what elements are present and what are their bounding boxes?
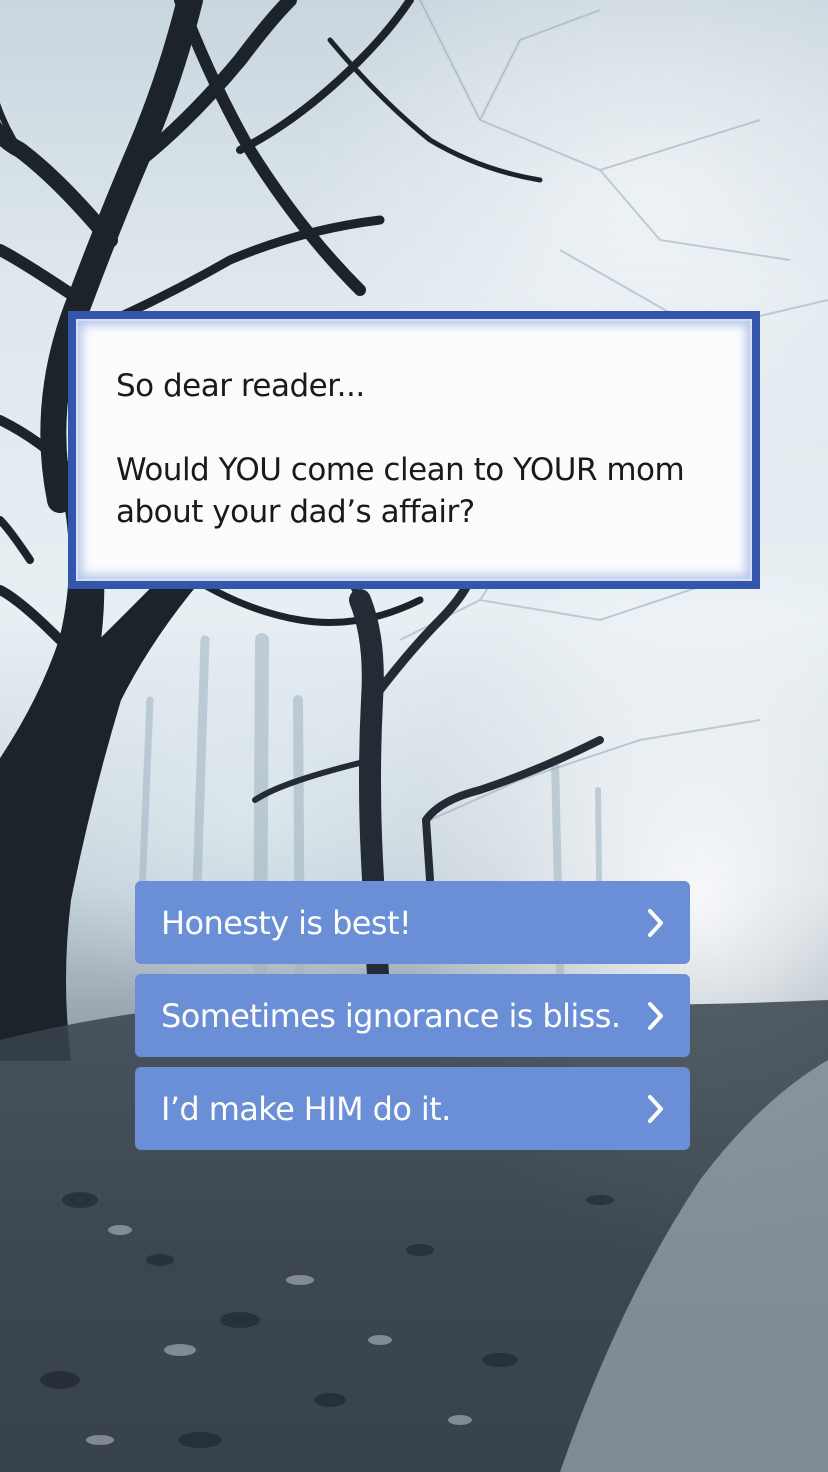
- forest-background-image: [0, 0, 828, 1472]
- story-dialog-text-panel: So dear reader... Would YOU come clean t…: [76, 319, 752, 581]
- dialog-line-question: Would YOU come clean to YOUR mom: [116, 452, 685, 488]
- story-screen: So dear reader... Would YOU come clean t…: [0, 0, 828, 1472]
- chevron-right-icon: [636, 996, 676, 1036]
- choice-label: Sometimes ignorance is bliss.: [161, 996, 621, 1035]
- dialog-line-question-continued: about your dad’s affair?: [116, 494, 475, 530]
- choice-label: I’d make HIM do it.: [161, 1089, 451, 1128]
- choice-label: Honesty is best!: [161, 903, 412, 942]
- dialog-spacer: [116, 407, 710, 449]
- chevron-right-icon: [636, 903, 676, 943]
- choice-button-make-him[interactable]: I’d make HIM do it.: [135, 1067, 690, 1150]
- chevron-right-icon: [636, 1089, 676, 1129]
- choice-button-honesty[interactable]: Honesty is best!: [135, 881, 690, 964]
- story-dialog-box: So dear reader... Would YOU come clean t…: [68, 311, 760, 589]
- choice-button-ignorance[interactable]: Sometimes ignorance is bliss.: [135, 974, 690, 1057]
- dialog-line-intro: So dear reader...: [116, 368, 365, 404]
